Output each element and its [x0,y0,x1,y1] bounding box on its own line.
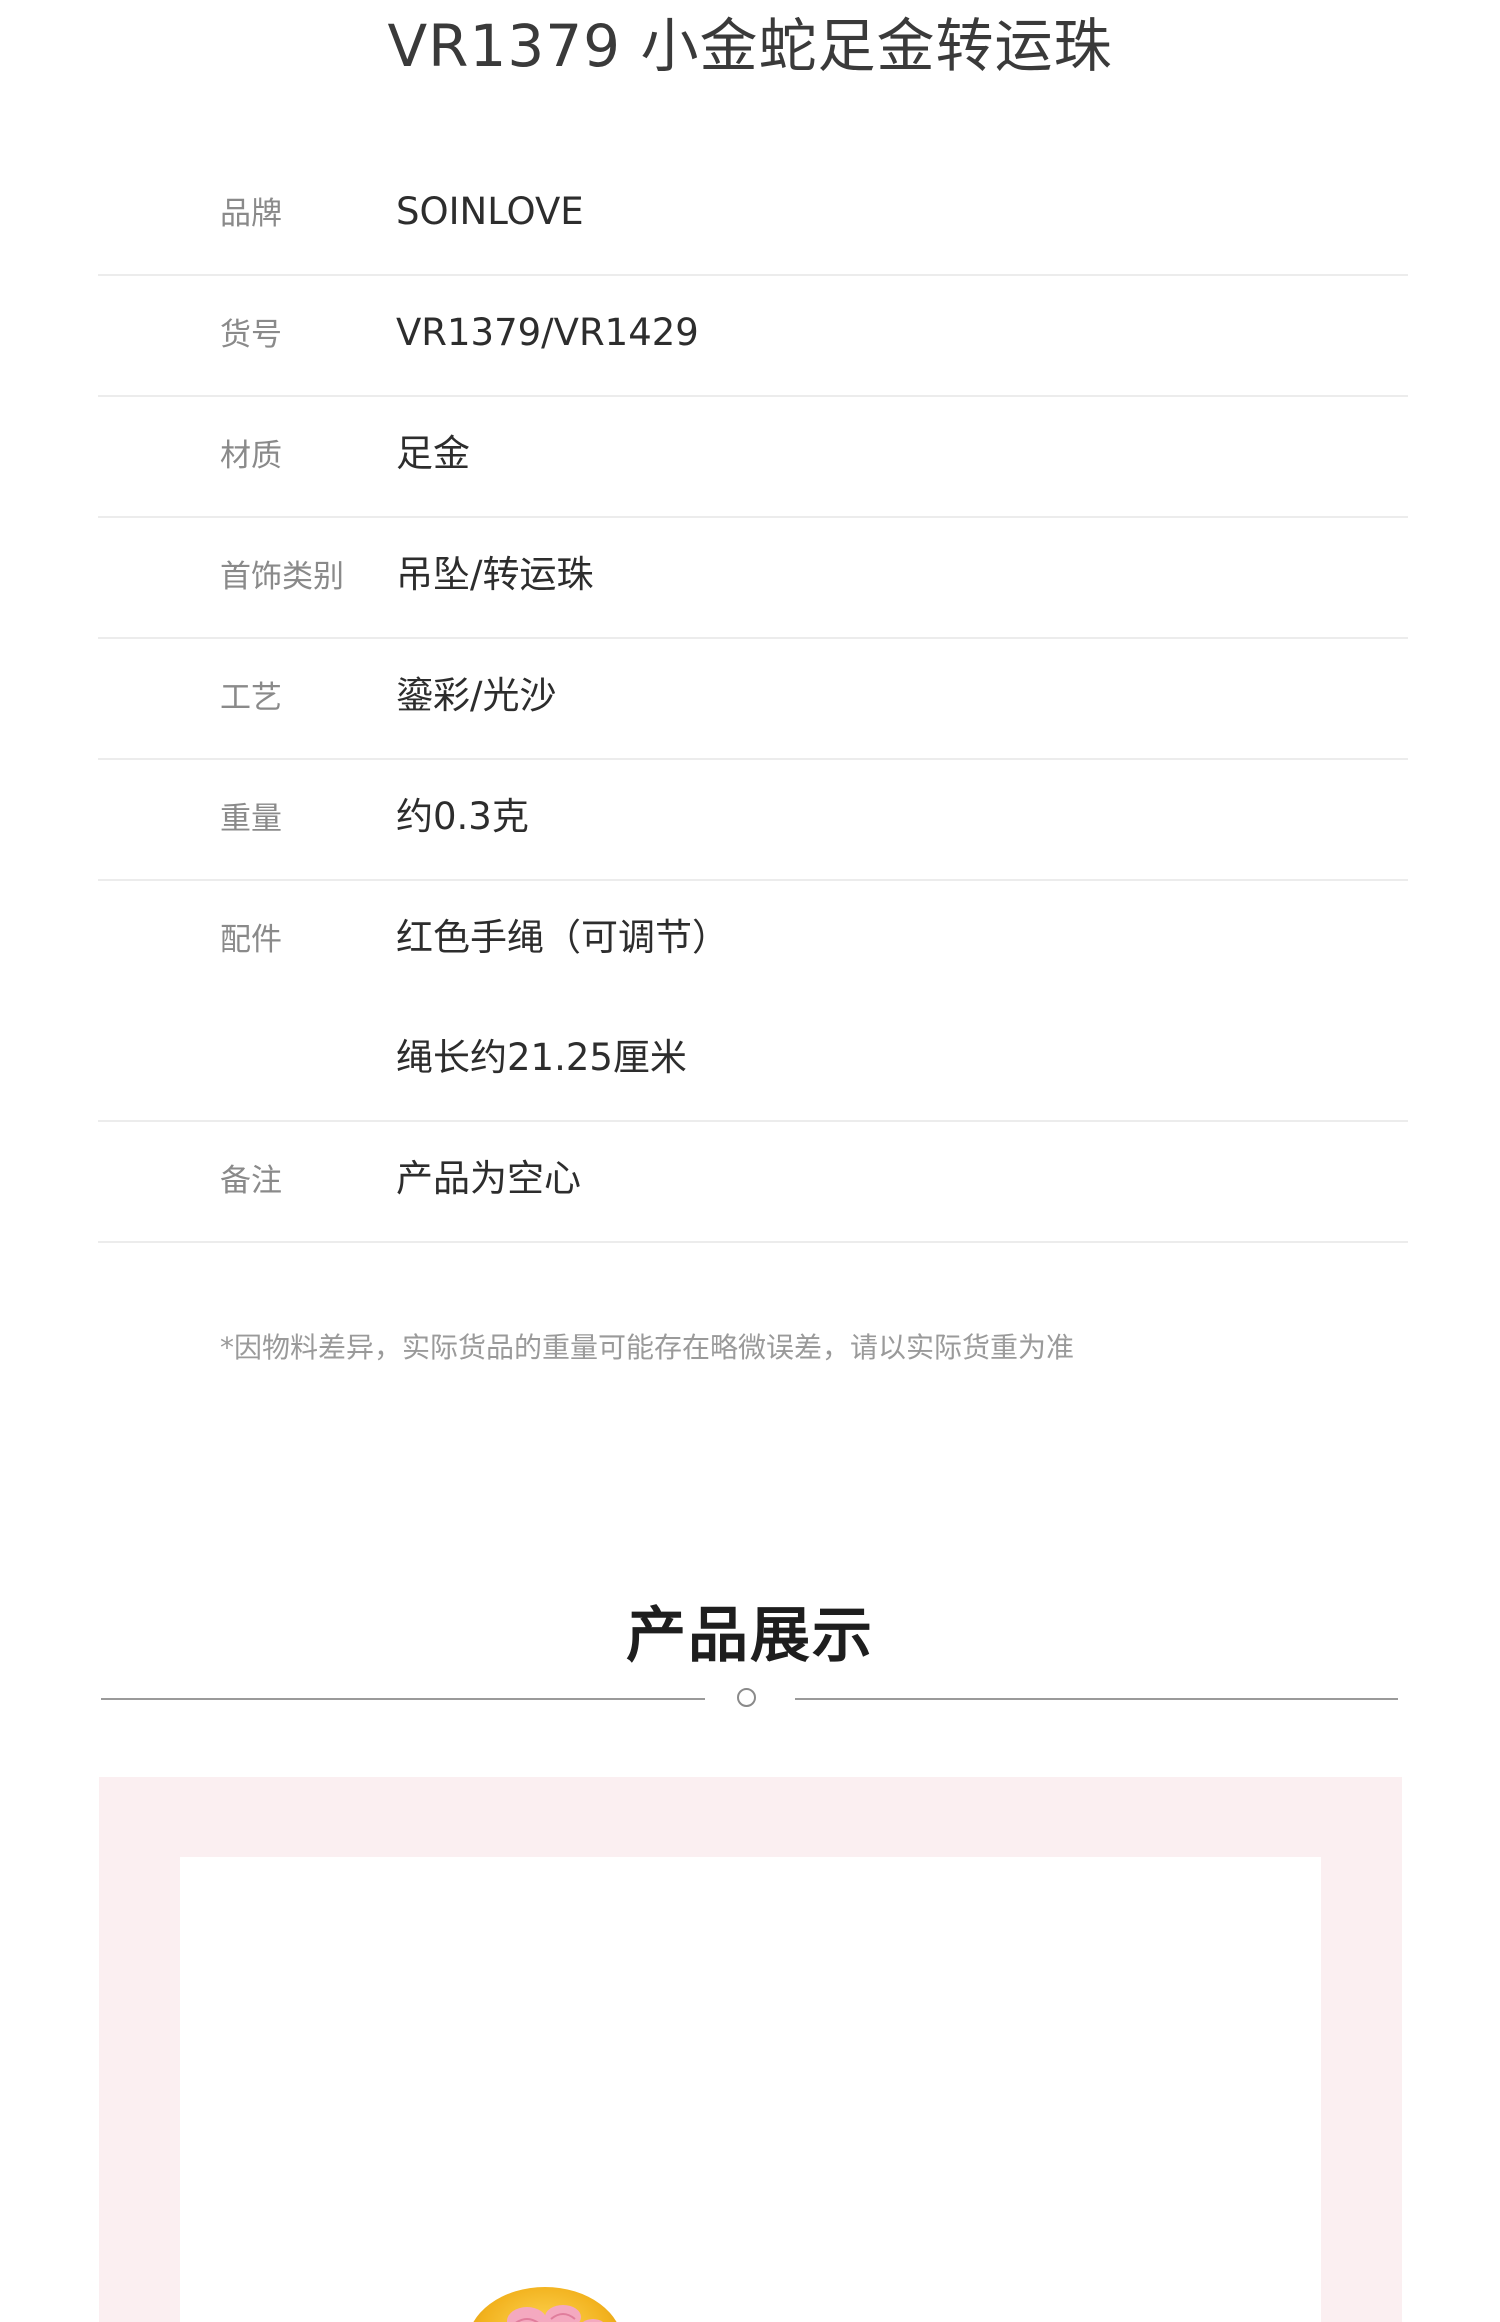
spec-value: 足金 [396,432,470,475]
spec-value: SOINLOVE [396,190,584,233]
spec-value: 绳长约21.25厘米 [396,1036,687,1079]
weight-disclaimer-note: *因物料差异，实际货品的重量可能存在略微误差，请以实际货重为准 [220,1331,1075,1364]
spec-row-remarks: 备注 产品为空心 [98,1122,1408,1243]
spec-label: 配件 [220,922,282,958]
product-showcase-image-area [180,1857,1321,2322]
spec-row-item-number: 货号 VR1379/VR1429 [98,276,1408,397]
section-divider-left [101,1698,705,1700]
spec-label: 首饰类别 [220,559,344,595]
spec-value: VR1379/VR1429 [396,311,699,354]
spec-label: 工艺 [220,680,282,716]
spec-label: 材质 [220,438,282,474]
spec-value: 红色手绳（可调节） [396,916,729,959]
spec-row-accessories: 配件 红色手绳（可调节） 绳长约21.25厘米 [98,881,1408,1122]
spec-value: 约0.3克 [396,795,529,838]
section-title: 产品展示 [626,1601,874,1671]
spec-value: 吊坠/转运珠 [396,553,594,596]
spec-row-material: 材质 足金 [98,397,1408,518]
spec-row-brand: 品牌 SOINLOVE [98,155,1408,276]
spec-label: 备注 [220,1163,282,1199]
spec-label: 重量 [220,801,282,837]
spec-table: 品牌 SOINLOVE 货号 VR1379/VR1429 材质 足金 首饰类别 … [98,155,1408,1243]
spec-value: 产品为空心 [396,1157,581,1200]
product-showcase-frame [99,1777,1402,2322]
spec-label: 货号 [220,317,282,353]
spec-row-category: 首饰类别 吊坠/转运珠 [98,518,1408,639]
section-divider-circle-icon [737,1688,756,1707]
section-divider-right [795,1698,1398,1700]
gold-bead-pendant-image [473,2287,617,2322]
spec-label: 品牌 [220,196,282,232]
spec-value: 鎏彩/光沙 [396,674,557,717]
product-title: VR1379 小金蛇足金转运珠 [387,12,1113,80]
spec-row-weight: 重量 约0.3克 [98,760,1408,881]
spec-row-craft: 工艺 鎏彩/光沙 [98,639,1408,760]
